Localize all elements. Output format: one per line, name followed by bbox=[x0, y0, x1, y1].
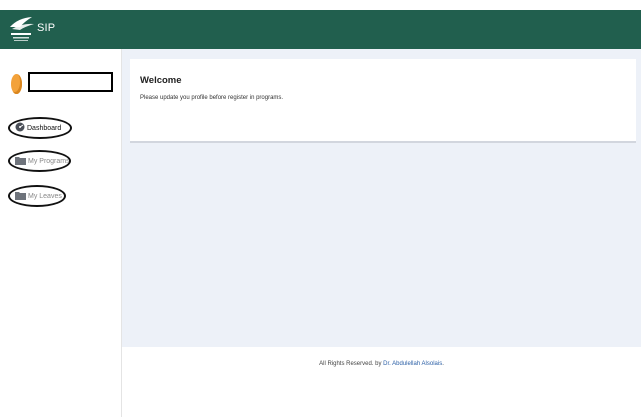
welcome-card: Welcome Please update you profile before… bbox=[130, 59, 636, 143]
top-navbar: SIP bbox=[0, 10, 641, 49]
welcome-title: Welcome bbox=[140, 75, 182, 86]
footer-copyright: All Rights Reserved. by bbox=[319, 361, 384, 367]
user-name-box[interactable] bbox=[28, 72, 113, 92]
welcome-message: Please update you profile before registe… bbox=[140, 95, 284, 101]
sidebar-item-label: My Programs bbox=[28, 157, 70, 165]
sidebar-item-my-programs[interactable]: My Programs bbox=[8, 150, 71, 172]
folder-icon bbox=[15, 191, 26, 202]
footer-text: All Rights Reserved. by Dr. Abdulellah A… bbox=[122, 361, 641, 367]
dashboard-icon bbox=[15, 122, 25, 134]
university-logo-icon[interactable] bbox=[8, 14, 36, 44]
sidebar-item-dashboard[interactable]: Dashboard bbox=[8, 117, 72, 139]
footer-author-link[interactable]: Dr. Abdulellah Alsolais bbox=[383, 361, 442, 367]
sidebar bbox=[0, 49, 121, 417]
footer: All Rights Reserved. by Dr. Abdulellah A… bbox=[122, 347, 641, 417]
folder-icon bbox=[15, 156, 26, 167]
sidebar-item-label: Dashboard bbox=[27, 124, 62, 132]
app-brand[interactable]: SIP bbox=[37, 22, 55, 34]
sidebar-item-label: My Leaves bbox=[28, 192, 62, 200]
avatar[interactable] bbox=[11, 74, 22, 94]
sidebar-item-my-leaves[interactable]: My Leaves bbox=[8, 185, 66, 207]
footer-period: . bbox=[442, 361, 444, 367]
